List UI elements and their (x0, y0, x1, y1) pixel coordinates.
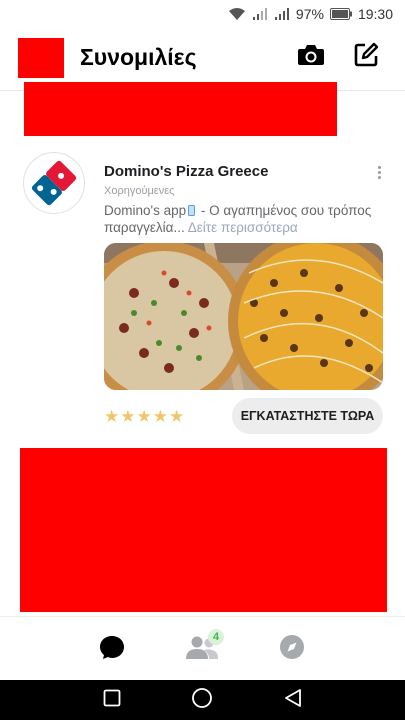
compass-icon (279, 634, 305, 665)
dominos-logo[interactable] (23, 152, 85, 214)
sponsored-ad-card[interactable]: Domino's Pizza Greece Χορηγούμενες Domin… (0, 150, 405, 440)
install-now-button[interactable]: ΕΓΚΑΤΑΣΤΗΣΤΕ ΤΩΡΑ (232, 398, 383, 434)
tab-people[interactable]: 4 (182, 629, 224, 667)
star-icon: ★ (152, 407, 168, 426)
star-icon: ★ (104, 407, 120, 426)
profile-avatar[interactable] (18, 38, 64, 78)
page-title: Συνομιλίες (80, 44, 197, 70)
tab-chats[interactable] (92, 631, 132, 667)
sponsored-label: Χορηγούμενες (104, 185, 175, 197)
camera-icon (297, 43, 325, 72)
people-count-badge: 4 (208, 629, 224, 645)
recent-apps-icon (103, 689, 121, 712)
chat-icon (98, 633, 126, 666)
mobile-phone-icon (188, 205, 196, 216)
star-icon: ★ (169, 407, 185, 426)
advertiser-name[interactable]: Domino's Pizza Greece (104, 163, 268, 180)
app-header: Συνομιλίες (0, 28, 405, 88)
compose-button[interactable] (351, 42, 381, 72)
wifi-icon (228, 7, 246, 21)
home-icon (191, 687, 213, 714)
star-icon: ★ (120, 407, 136, 426)
see-more-link[interactable]: Δείτε περισσότερα (188, 220, 298, 235)
recent-apps-button[interactable] (100, 688, 124, 712)
battery-level: 97% (295, 6, 324, 22)
compose-icon (353, 42, 379, 73)
ad-image-pizza[interactable] (104, 243, 383, 390)
signal-icon (252, 7, 268, 21)
ad-description: Domino's app - Ο αγαπημένος σου τρόπος π… (104, 202, 384, 236)
home-button[interactable] (190, 687, 214, 714)
star-rating: ★ ★ ★ ★ ★ (104, 408, 184, 425)
more-icon (377, 166, 381, 169)
back-button[interactable] (281, 688, 305, 712)
camera-button[interactable] (296, 42, 326, 72)
bottom-tab-bar: 4 (0, 616, 405, 680)
redacted-block (20, 448, 387, 612)
ad-description-text: Domino's app (104, 203, 187, 218)
tab-discover[interactable] (272, 631, 312, 667)
clock: 19:30 (357, 6, 393, 22)
signal-icon (274, 7, 290, 21)
redacted-block (24, 82, 337, 136)
star-icon: ★ (136, 407, 152, 426)
status-bar: 97% 19:30 (0, 0, 405, 28)
battery-icon (329, 8, 352, 20)
more-button[interactable] (372, 166, 386, 184)
system-nav-bar (0, 680, 405, 720)
back-icon (283, 688, 303, 713)
